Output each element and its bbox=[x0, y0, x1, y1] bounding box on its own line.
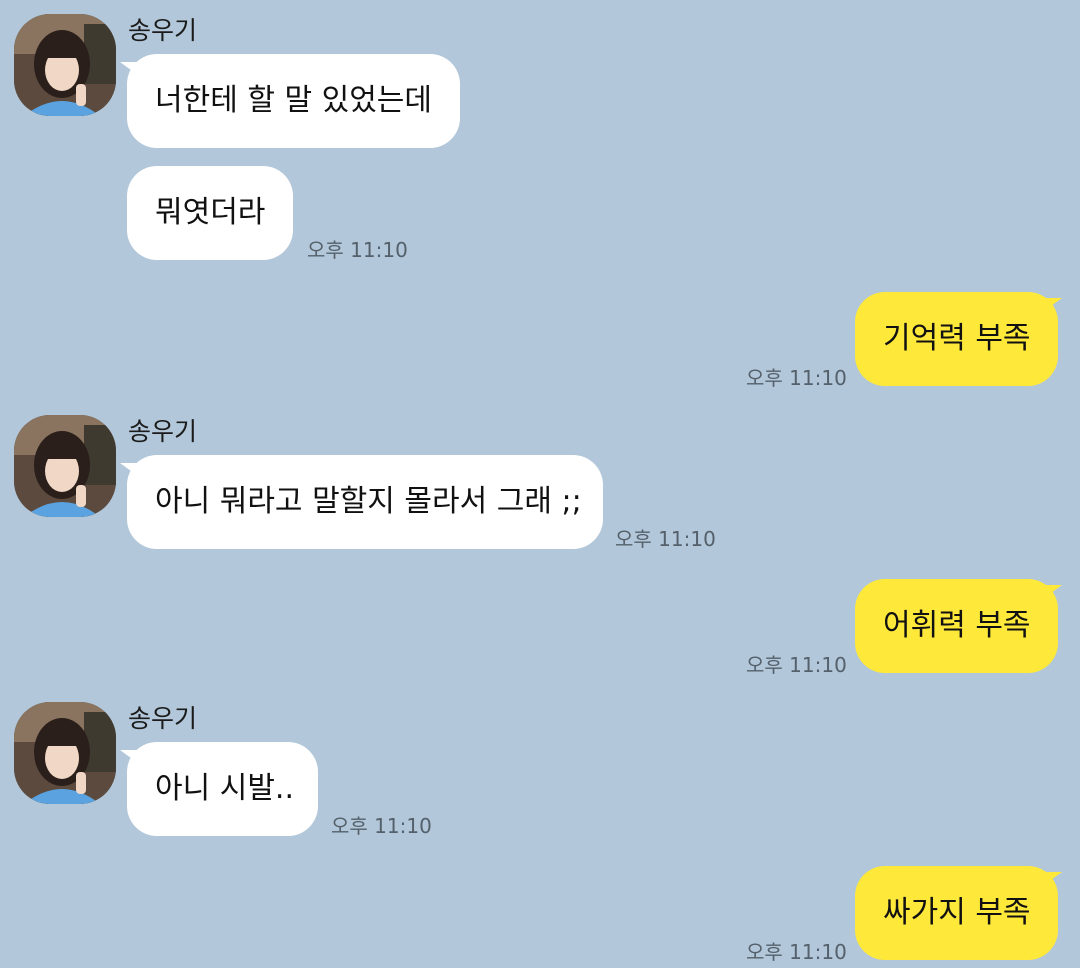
profile-photo-icon[interactable] bbox=[14, 415, 116, 517]
message-bubble[interactable]: 기억력 부족 bbox=[855, 292, 1058, 386]
message-timestamp: 오후 11:10 bbox=[307, 238, 408, 262]
sender-name: 송우기 bbox=[128, 417, 198, 446]
sender-name: 송우기 bbox=[128, 16, 198, 45]
message-timestamp: 오후 11:10 bbox=[746, 366, 847, 390]
message-bubble[interactable]: 아니 시발.. bbox=[127, 742, 318, 836]
message-bubble[interactable]: 아니 뭐라고 말할지 몰라서 그래 ;; bbox=[127, 455, 603, 549]
message-bubble[interactable]: 너한테 할 말 있었는데 bbox=[127, 54, 461, 148]
profile-photo-icon[interactable] bbox=[14, 702, 116, 804]
message-timestamp: 오후 11:10 bbox=[746, 940, 847, 964]
message-bubble[interactable]: 뭐엿더라 bbox=[127, 166, 294, 260]
chat-room[interactable]: 송우기 너한테 할 말 있었는데 뭐엿더라 오후 11:10 기억력 부족 오후… bbox=[0, 0, 1080, 968]
message-timestamp: 오후 11:10 bbox=[746, 653, 847, 677]
message-timestamp: 오후 11:10 bbox=[331, 814, 432, 838]
message-bubble[interactable]: 싸가지 부족 bbox=[855, 866, 1058, 960]
message-bubble[interactable]: 어휘력 부족 bbox=[855, 579, 1058, 673]
sender-name: 송우기 bbox=[128, 704, 198, 733]
message-timestamp: 오후 11:10 bbox=[615, 527, 716, 551]
profile-photo-icon[interactable] bbox=[14, 14, 116, 116]
